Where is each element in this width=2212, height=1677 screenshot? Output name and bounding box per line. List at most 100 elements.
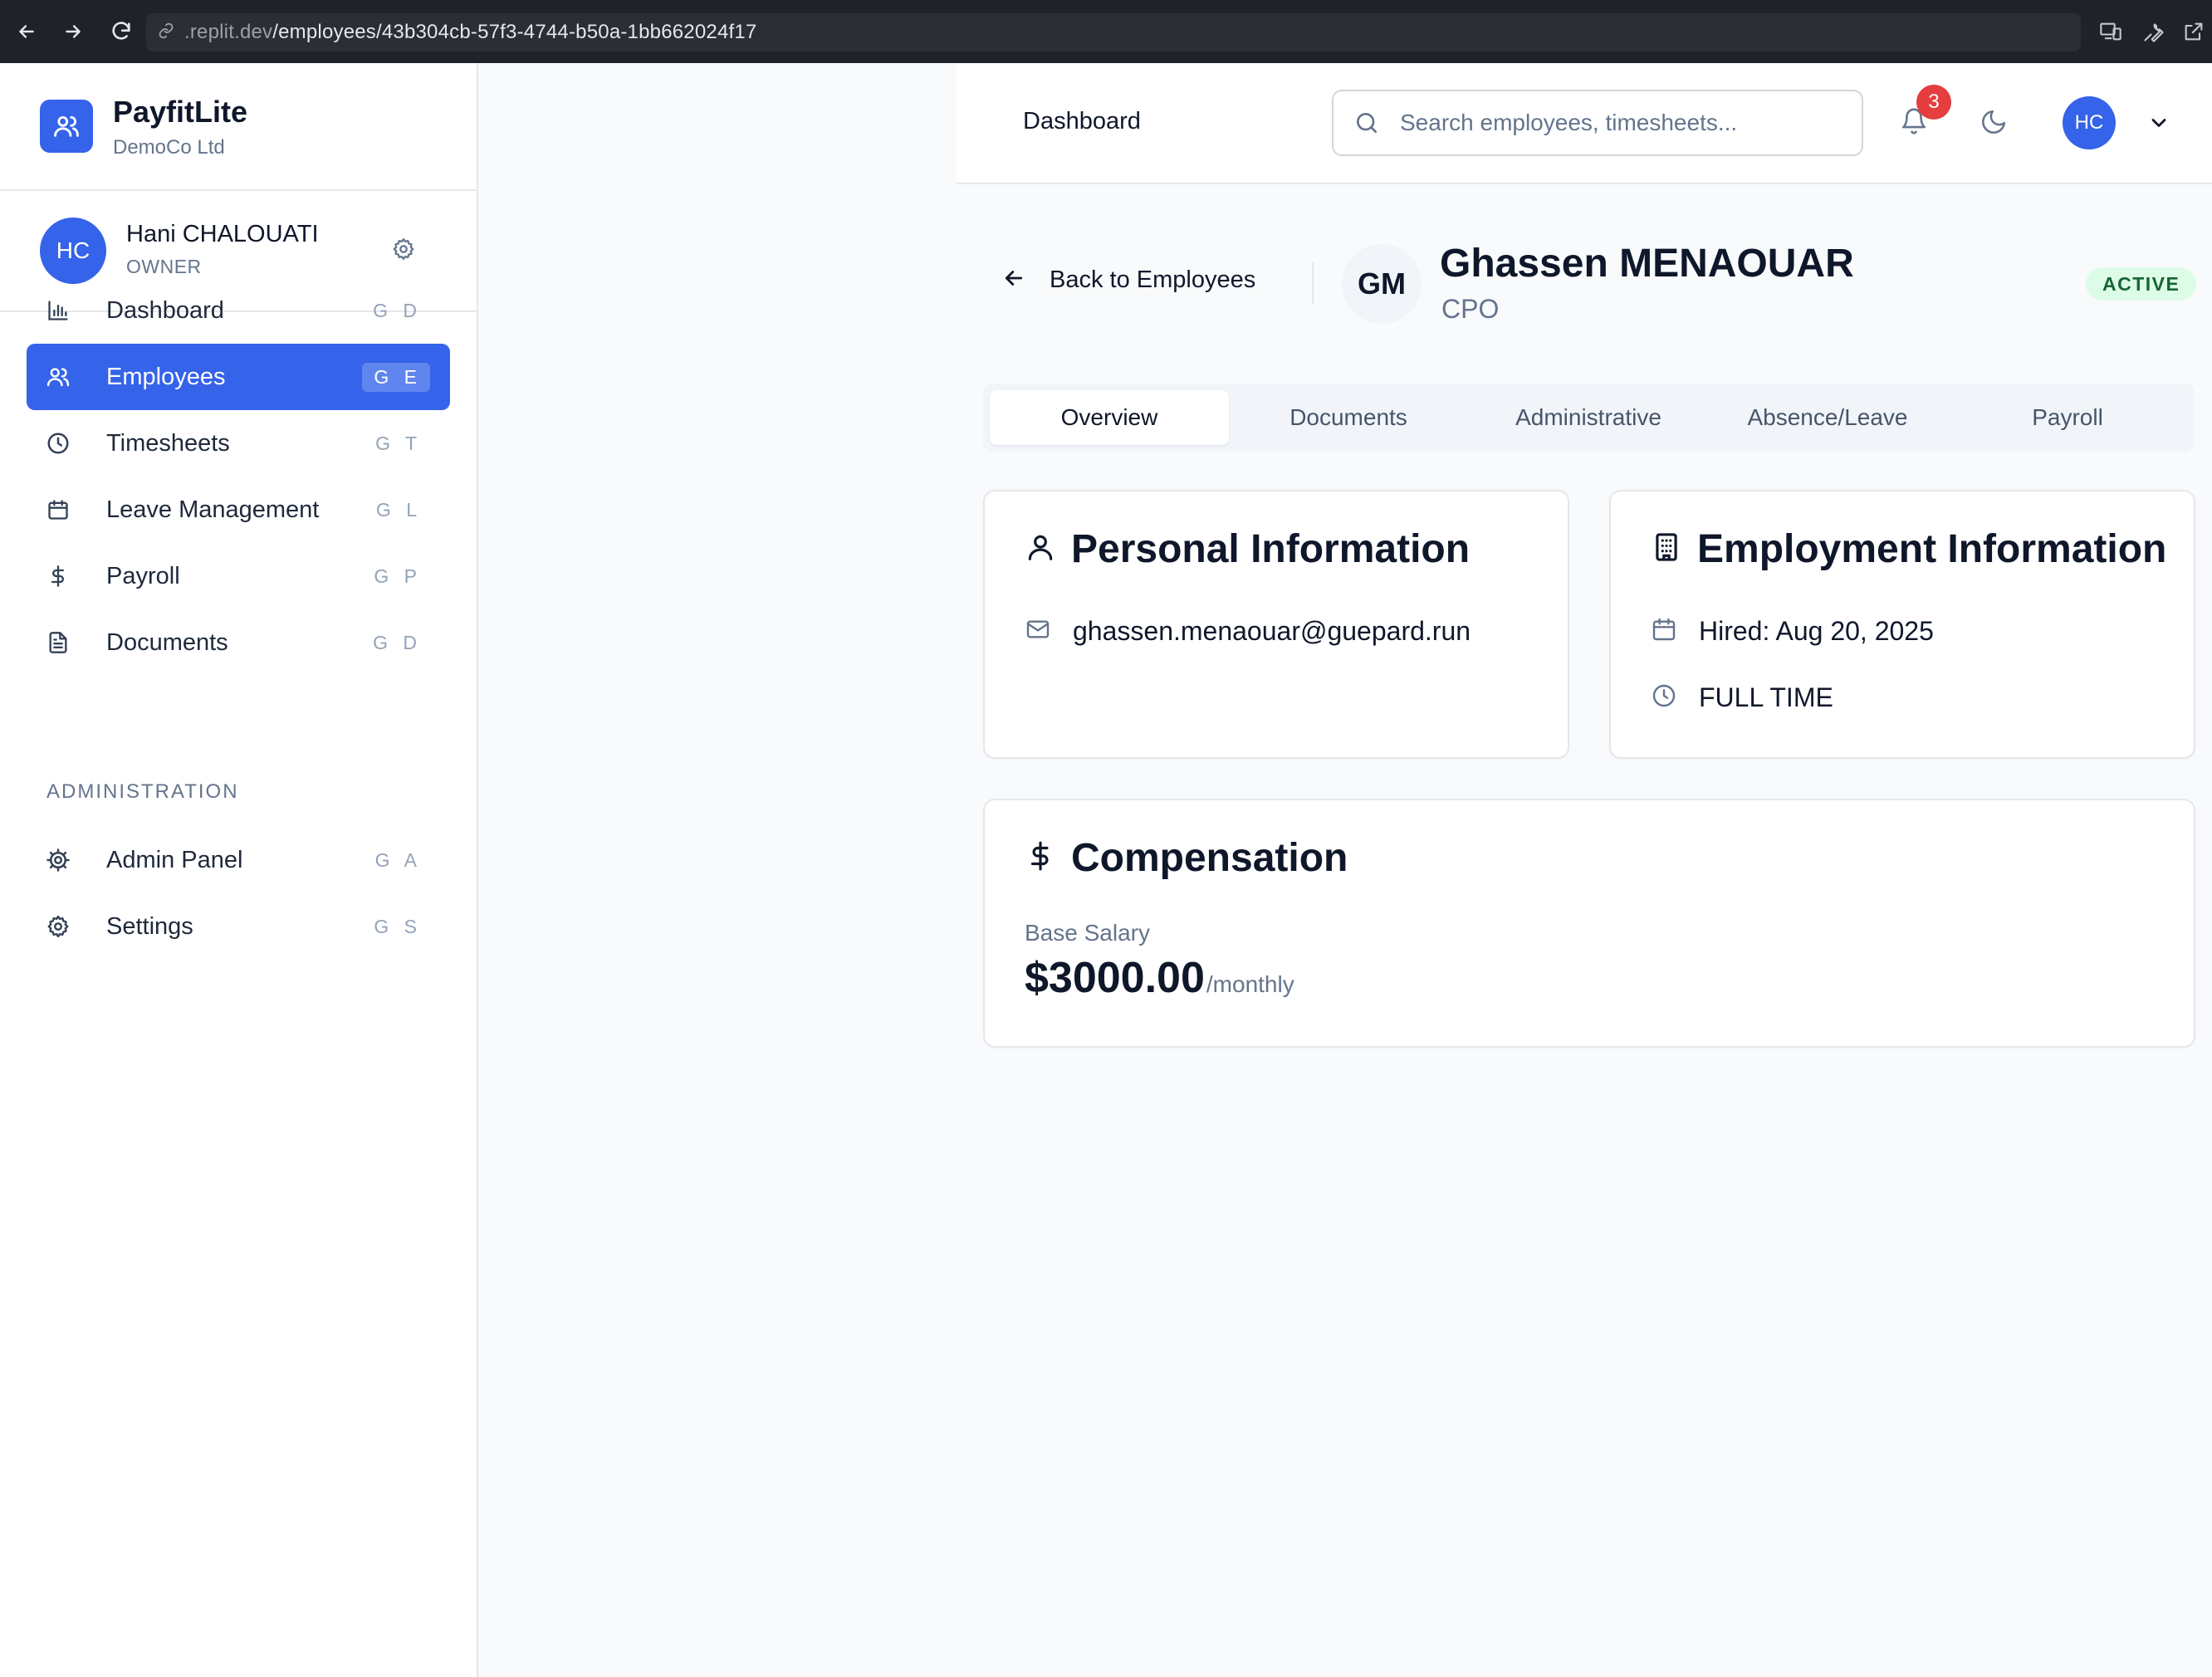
sidebar-item-payroll[interactable]: Payroll G P: [27, 543, 450, 609]
card-header: Compensation: [1025, 835, 1348, 881]
sidebar-item-label: Employees: [106, 363, 226, 390]
divider: [1312, 262, 1314, 304]
user-name: Hani CHALOUATI: [126, 221, 319, 247]
gear-icon[interactable]: [389, 234, 418, 264]
calendar-icon: [45, 496, 71, 523]
salary-amount: $3000.00: [1025, 954, 1205, 1002]
sidebar-item-dashboard[interactable]: Dashboard G D: [27, 277, 450, 344]
shortcut-hint: G E: [362, 362, 430, 392]
reload-icon[interactable]: [105, 15, 138, 48]
breadcrumb[interactable]: Dashboard: [1023, 108, 1141, 135]
search-icon: [1353, 110, 1380, 140]
personal-information-card: Personal Information ghassen.menaouar@gu…: [983, 490, 1569, 759]
gear-icon: [45, 913, 71, 940]
users-icon: [45, 364, 71, 390]
forward-arrow-icon[interactable]: [56, 15, 90, 48]
shortcut-hint: G D: [373, 631, 422, 653]
chevron-down-icon[interactable]: [2147, 111, 2170, 139]
shortcut-hint: G A: [374, 848, 422, 871]
sidebar-item-label: Leave Management: [106, 496, 320, 523]
sidebar-item-employees[interactable]: Employees G E: [27, 344, 450, 410]
arrow-left-icon: [1001, 266, 1026, 295]
devices-icon[interactable]: [2096, 17, 2126, 46]
url-path: /employees/43b304cb-57f3-4744-b50a-1bb66…: [272, 21, 757, 43]
link-icon: [158, 22, 174, 43]
back-to-employees-button[interactable]: Back to Employees: [1001, 266, 1255, 295]
avatar[interactable]: HC: [40, 218, 106, 284]
employee-email[interactable]: ghassen.menaouar@guepard.run: [1073, 616, 1471, 647]
external-link-icon[interactable]: [2179, 17, 2209, 46]
sidebar: PayfitLite DemoCo Ltd HC Hani CHALOUATI …: [0, 63, 478, 1677]
bar-chart-icon: [45, 297, 71, 324]
tab-documents[interactable]: Documents: [1229, 390, 1468, 445]
hire-date-row: Hired: Aug 20, 2025: [1651, 616, 1934, 647]
employee-avatar: GM: [1342, 244, 1422, 324]
base-salary: $3000.00 /monthly: [1025, 953, 1294, 1003]
sidebar-item-label: Timesheets: [106, 429, 230, 457]
shortcut-hint: G D: [373, 299, 422, 321]
card-header: Personal Information: [1025, 526, 1470, 572]
shortcut-hint: G T: [375, 432, 422, 454]
file-icon: [45, 629, 71, 656]
url-text: .replit.dev/employees/43b304cb-57f3-4744…: [184, 21, 756, 44]
sidebar-item-leave-management[interactable]: Leave Management G L: [27, 477, 450, 543]
calendar-icon: [1651, 616, 1677, 647]
card-title: Employment Information: [1697, 527, 2167, 571]
clock-icon: [1651, 682, 1677, 713]
back-arrow-icon[interactable]: [10, 15, 43, 48]
top-header: Dashboard 3 HC: [957, 63, 2212, 184]
sidebar-item-label: Settings: [106, 912, 193, 940]
sidebar-item-settings[interactable]: Settings G S: [27, 893, 450, 960]
shortcut-hint: G S: [374, 915, 422, 937]
users-logo-icon: [40, 100, 93, 153]
sidebar-item-label: Dashboard: [106, 296, 224, 324]
search-box[interactable]: [1332, 90, 1863, 156]
search-input[interactable]: [1400, 106, 1848, 139]
brand-header: PayfitLite DemoCo Ltd: [0, 63, 477, 191]
main-nav: Dashboard G D Employees G E Timesheets G…: [27, 277, 450, 676]
dollar-icon: [1025, 840, 1056, 876]
employee-job-title: CPO: [1441, 294, 1500, 324]
tab-overview[interactable]: Overview: [990, 390, 1229, 445]
notification-count-badge: 3: [1916, 85, 1951, 120]
status-badge: ACTIVE: [2086, 267, 2197, 301]
app-name: PayfitLite: [113, 95, 248, 129]
clock-icon: [45, 430, 71, 457]
user-icon: [1025, 531, 1056, 567]
admin-nav: Admin Panel G A Settings G S: [27, 827, 450, 960]
tab-absence-leave[interactable]: Absence/Leave: [1708, 390, 1947, 445]
hire-date: Hired: Aug 20, 2025: [1699, 616, 1934, 646]
tab-administrative[interactable]: Administrative: [1469, 390, 1708, 445]
shortcut-hint: G P: [374, 565, 422, 587]
user-role: OWNER: [126, 256, 202, 277]
compensation-card: Compensation Base Salary $3000.00 /month…: [983, 799, 2195, 1048]
url-domain: .replit.dev: [184, 21, 273, 43]
card-title: Personal Information: [1071, 527, 1471, 571]
sidebar-item-label: Admin Panel: [106, 846, 243, 873]
sidebar-item-label: Documents: [106, 628, 228, 656]
base-salary-label: Base Salary: [1025, 920, 1150, 946]
employment-type: FULL TIME: [1699, 682, 1833, 712]
moon-icon[interactable]: [1980, 108, 2008, 140]
card-header: Employment Information: [1651, 526, 2166, 572]
company-name: DemoCo Ltd: [113, 136, 225, 159]
card-title: Compensation: [1071, 836, 1348, 880]
cog-icon: [45, 847, 71, 873]
wrench-icon[interactable]: [2139, 17, 2169, 46]
tab-payroll[interactable]: Payroll: [1948, 390, 2187, 445]
sidebar-item-documents[interactable]: Documents G D: [27, 609, 450, 676]
mail-icon: [1025, 616, 1051, 647]
salary-period: /monthly: [1206, 971, 1294, 997]
sidebar-item-timesheets[interactable]: Timesheets G T: [27, 410, 450, 477]
shortcut-hint: G L: [375, 498, 422, 521]
employment-type-row: FULL TIME: [1651, 682, 1833, 713]
email-row: ghassen.menaouar@guepard.run: [1025, 616, 1471, 647]
sidebar-item-admin-panel[interactable]: Admin Panel G A: [27, 827, 450, 893]
employment-information-card: Employment Information Hired: Aug 20, 20…: [1609, 490, 2195, 759]
nav-section-title: ADMINISTRATION: [46, 780, 239, 803]
building-icon: [1651, 531, 1682, 567]
address-bar[interactable]: .replit.dev/employees/43b304cb-57f3-4744…: [146, 13, 2081, 51]
dollar-icon: [45, 563, 71, 589]
sidebar-item-label: Payroll: [106, 562, 180, 589]
avatar[interactable]: HC: [2063, 96, 2116, 149]
